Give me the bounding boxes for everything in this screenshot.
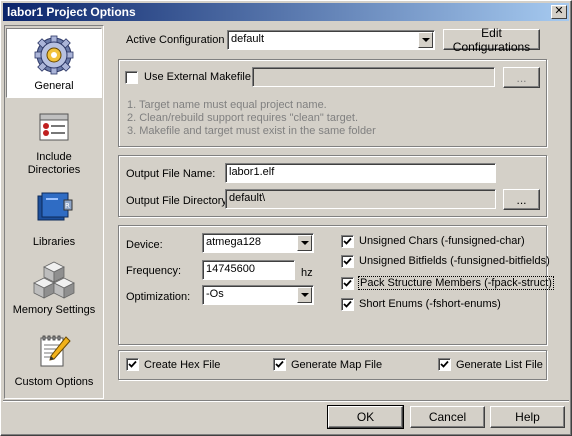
sidebar-item-label: General	[34, 80, 74, 92]
category-sidebar: General Include Directories R Libraries	[4, 25, 104, 399]
unsigned-bitfields-checkbox[interactable]	[341, 255, 354, 268]
generate-map-file-checkbox[interactable]	[273, 358, 286, 371]
output-file-directory-field[interactable]: default\	[225, 189, 496, 209]
makefile-note: 3. Makefile and target must exist in the…	[127, 125, 376, 137]
notepad-pencil-icon	[40, 335, 71, 367]
use-external-makefile-checkbox[interactable]	[125, 71, 138, 84]
project-options-dialog: labor1 Project Options ✕ General Include…	[0, 0, 572, 436]
blocks-icon	[33, 261, 75, 299]
sidebar-item-label: Memory Settings	[12, 304, 96, 316]
frequency-unit: hz	[301, 267, 313, 279]
optimization-label: Optimization:	[126, 291, 191, 303]
device-value: atmega128	[206, 236, 262, 248]
generate-map-file-label: Generate Map File	[291, 359, 383, 371]
device-label: Device:	[126, 239, 163, 251]
sidebar-item-include-directories[interactable]: Include Directories	[6, 106, 102, 176]
gear-icon	[34, 35, 74, 75]
svg-text:R: R	[65, 202, 70, 210]
use-external-makefile-label: Use External Makefile	[144, 71, 251, 83]
sidebar-item-libraries[interactable]: R Libraries	[6, 188, 102, 252]
generate-list-file-label: Generate List File	[456, 359, 543, 371]
checkmark-icon	[343, 257, 352, 265]
checkmark-icon	[343, 300, 352, 308]
sidebar-item-memory-settings[interactable]: Memory Settings	[6, 258, 102, 324]
chevron-down-icon[interactable]	[297, 287, 312, 303]
edit-configurations-button[interactable]: Edit Configurations	[443, 26, 540, 54]
optimization-value: -Os	[206, 288, 224, 300]
checkmark-icon	[343, 279, 352, 287]
sidebar-item-label: Include Directories	[27, 151, 81, 176]
makefile-browse-button[interactable]: ...	[503, 67, 540, 88]
chevron-down-icon[interactable]	[418, 32, 433, 48]
short-enums-label: Short Enums (-fshort-enums)	[359, 298, 501, 310]
short-enums-checkbox[interactable]	[341, 298, 354, 311]
device-select[interactable]: atmega128	[202, 233, 314, 253]
close-button[interactable]: ✕	[551, 5, 567, 19]
unsigned-chars-label: Unsigned Chars (-funsigned-char)	[359, 235, 525, 247]
output-file-directory-label: Output File Directory:	[126, 195, 230, 207]
pack-structure-members-label: Pack Structure Members (-fpack-struct)	[358, 276, 554, 290]
checkmark-icon	[343, 237, 352, 245]
help-button[interactable]: Help	[490, 406, 565, 428]
unsigned-bitfields-label: Unsigned Bitfields (-funsigned-bitfields…	[359, 255, 550, 267]
checkmark-icon	[440, 360, 449, 368]
output-directory-browse-button[interactable]: ...	[503, 189, 540, 210]
sidebar-item-label: Custom Options	[14, 376, 94, 388]
sidebar-item-custom-options[interactable]: Custom Options	[6, 330, 102, 396]
output-file-name-label: Output File Name:	[126, 168, 216, 180]
cancel-button[interactable]: Cancel	[410, 406, 485, 428]
checkmark-icon	[128, 360, 137, 368]
unsigned-chars-checkbox[interactable]	[341, 235, 354, 248]
sidebar-item-label: Libraries	[32, 236, 76, 248]
optimization-select[interactable]: -Os	[202, 285, 314, 305]
window-title: labor1 Project Options	[7, 5, 136, 19]
makefile-note: 1. Target name must equal project name.	[127, 99, 327, 111]
pack-structure-members-checkbox[interactable]	[341, 277, 354, 290]
ok-button[interactable]: OK	[327, 405, 404, 429]
footer-separator	[3, 400, 569, 402]
create-hex-file-label: Create Hex File	[144, 359, 221, 371]
makefile-note: 2. Clean/rebuild support requires "clean…	[127, 112, 358, 124]
generate-list-file-checkbox[interactable]	[438, 358, 451, 371]
create-hex-file-checkbox[interactable]	[126, 358, 139, 371]
chevron-down-icon[interactable]	[297, 235, 312, 251]
active-configuration-value: default	[231, 33, 265, 45]
books-icon: R	[37, 192, 73, 221]
output-file-name-input[interactable]: labor1.elf	[225, 163, 496, 183]
sidebar-item-general[interactable]: General	[6, 28, 102, 98]
frequency-label: Frequency:	[126, 265, 182, 277]
active-configuration-label: Active Configuration	[126, 34, 225, 46]
title-bar: labor1 Project Options ✕	[3, 3, 569, 21]
folder-list-icon	[39, 113, 69, 141]
makefile-path-field[interactable]	[252, 67, 495, 87]
active-configuration-select[interactable]: default	[227, 30, 435, 50]
frequency-input[interactable]: 14745600	[202, 260, 295, 280]
checkmark-icon	[275, 360, 284, 368]
